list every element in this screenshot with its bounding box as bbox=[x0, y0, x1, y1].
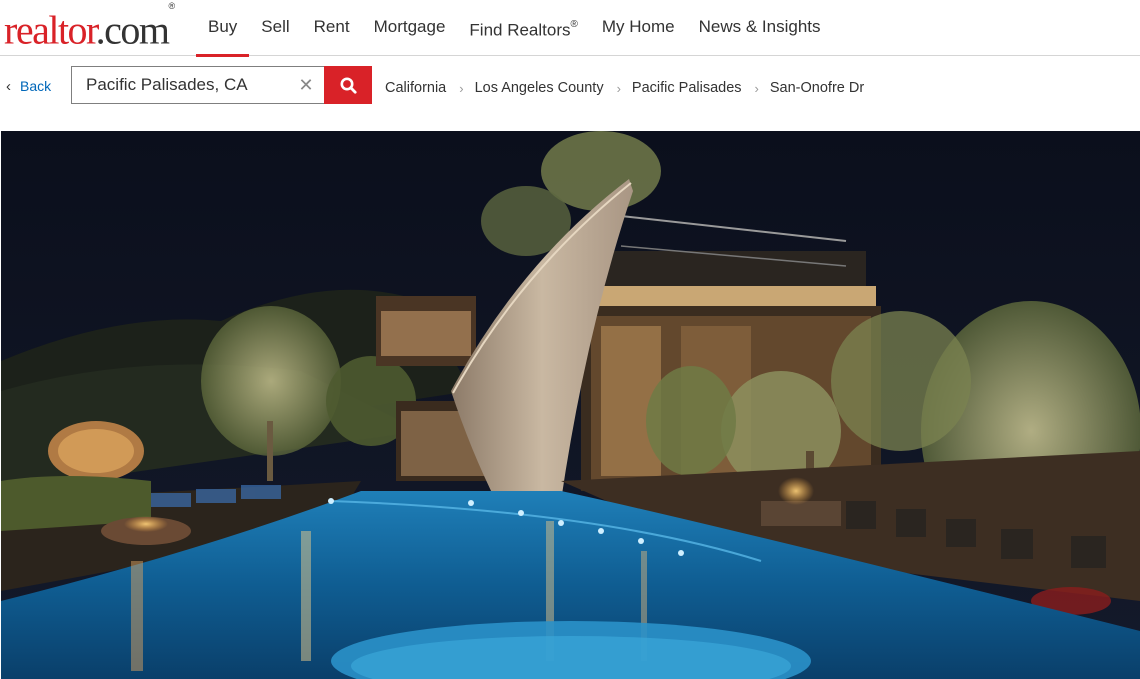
house-night-photo bbox=[1, 131, 1140, 679]
site-header: realtor.com® Buy Sell Rent Mortgage Find… bbox=[0, 0, 1140, 57]
back-label: Back bbox=[20, 78, 52, 94]
breadcrumb-street[interactable]: San-Onofre Dr bbox=[770, 80, 864, 96]
logo-text-main: realtor bbox=[4, 7, 97, 53]
close-icon[interactable]: ✕ bbox=[294, 73, 318, 97]
chevron-left-icon: ‹ bbox=[6, 77, 11, 95]
listing-hero-photo[interactable] bbox=[1, 131, 1140, 679]
logo-text-suffix: .com bbox=[95, 7, 170, 53]
search-input[interactable] bbox=[72, 67, 292, 103]
nav-rent[interactable]: Rent bbox=[302, 0, 362, 56]
chevron-right-icon: › bbox=[616, 80, 621, 96]
chevron-right-icon: › bbox=[754, 80, 759, 96]
search-button[interactable] bbox=[324, 66, 372, 104]
back-link[interactable]: ‹ Back bbox=[6, 76, 51, 96]
breadcrumb: California › Los Angeles County › Pacifi… bbox=[385, 78, 864, 98]
search-bar-row: ‹ Back ✕ California › Los Angeles County… bbox=[0, 56, 1140, 131]
nav-sell[interactable]: Sell bbox=[249, 0, 301, 56]
realtor-logo[interactable]: realtor.com® bbox=[4, 1, 176, 52]
breadcrumb-california[interactable]: California bbox=[385, 80, 446, 96]
registered-mark: ® bbox=[570, 19, 578, 30]
nav-buy[interactable]: Buy bbox=[196, 0, 250, 57]
chevron-right-icon: › bbox=[459, 80, 464, 96]
logo-registered-mark: ® bbox=[168, 1, 176, 11]
nav-mortgage[interactable]: Mortgage bbox=[362, 0, 458, 56]
search-icon bbox=[340, 77, 357, 94]
breadcrumb-county[interactable]: Los Angeles County bbox=[475, 80, 604, 96]
nav-my-home[interactable]: My Home bbox=[590, 0, 687, 56]
nav-news-insights[interactable]: News & Insights bbox=[687, 0, 833, 56]
nav-find-realtors[interactable]: Find Realtors® bbox=[457, 0, 589, 56]
breadcrumb-city[interactable]: Pacific Palisades bbox=[632, 80, 742, 96]
main-nav: Buy Sell Rent Mortgage Find Realtors® My… bbox=[196, 0, 833, 57]
search-box: ✕ bbox=[71, 66, 325, 104]
